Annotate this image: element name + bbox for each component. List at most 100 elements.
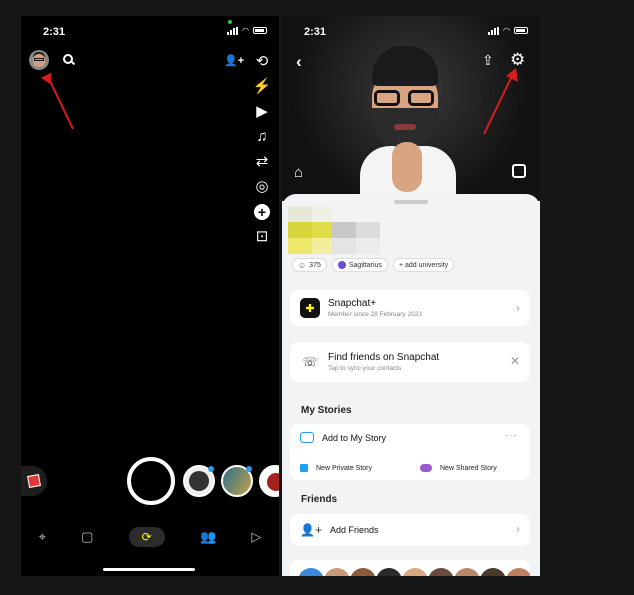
lock-icon [300, 464, 308, 472]
friend-avatar[interactable] [350, 568, 376, 576]
add-friends-card[interactable]: 👤+ Add Friends › [290, 514, 530, 546]
profile-avatar-button[interactable] [29, 50, 49, 70]
find-friends-subtitle: Tap to sync your contacts [328, 365, 402, 372]
map-icon[interactable]: ⌖ [39, 529, 46, 545]
add-to-story-label: Add to My Story [322, 432, 387, 443]
back-icon[interactable]: ‹ [296, 52, 302, 72]
snapchat-plus-subtitle: Member since 28 February 2023 [328, 311, 422, 318]
friend-avatar[interactable] [454, 568, 480, 576]
new-lens-dot [246, 466, 252, 472]
battery-icon [514, 27, 528, 34]
search-icon[interactable] [63, 54, 73, 64]
annotation-arrow [483, 68, 518, 135]
friends-avatar-strip[interactable] [290, 560, 530, 576]
friend-avatar[interactable] [506, 568, 530, 576]
add-friend-icon: 👤+ [300, 523, 322, 537]
scan-icon[interactable]: ⊡ [256, 229, 269, 245]
camera-toolbar: ⟲ ⚡ ▶ ♫ ⇄ ◎ + ⊡ [251, 54, 273, 245]
profile-badges: ☺ 375 Sagittarius + add university [292, 258, 455, 272]
chat-icon[interactable]: ▢ [81, 529, 93, 545]
find-friends-card[interactable]: ☏ Find friends on Snapchat Tap to sync y… [290, 342, 530, 382]
bitmoji-glasses [374, 90, 436, 106]
sheet-grabber[interactable] [394, 200, 428, 204]
bottom-nav: ⌖ ▢ ⟳ 👥 ▷ [21, 526, 279, 548]
dual-camera-icon[interactable]: ⇄ [256, 154, 269, 170]
friend-avatar[interactable] [298, 568, 324, 576]
camera-icon[interactable]: ⟳ [128, 527, 165, 547]
home-indicator [103, 568, 195, 571]
score-badge[interactable]: ☺ 375 [292, 258, 327, 272]
status-icons: ◠ [227, 26, 267, 35]
add-friend-icon[interactable]: 👤+ [224, 54, 244, 67]
new-shared-story-label: New Shared Story [440, 464, 497, 472]
ghost-icon: ☺ [298, 260, 307, 270]
camera-screen: 2:31 ◠ 👤+ ⟲ ⚡ ▶ ♫ ⇄ ◎ + ⊡ ⌖ ▢ ⟳ 👥 ▷ [21, 16, 279, 576]
status-time: 2:31 [304, 26, 327, 38]
memories-icon [27, 474, 41, 488]
find-friends-title: Find friends on Snapchat [328, 352, 440, 363]
screenshot-stage: 2:31 ◠ 👤+ ⟲ ⚡ ▶ ♫ ⇄ ◎ + ⊡ ⌖ ▢ ⟳ 👥 ▷ 2:31… [0, 0, 634, 595]
privacy-indicator [228, 20, 232, 24]
shutter-button[interactable] [127, 457, 175, 505]
bitmoji-avatar[interactable] [354, 46, 464, 201]
zodiac-icon [337, 261, 346, 269]
flash-icon[interactable]: ⚡ [253, 79, 272, 95]
share-icon[interactable]: ⇪ [482, 52, 494, 69]
status-icons: ◠ [488, 26, 528, 35]
new-private-story-label: New Private Story [316, 464, 373, 472]
my-stories-card: Add to My Story ··· New Private Story Ne… [290, 424, 530, 480]
camera-icon [300, 432, 314, 443]
profile-hero: 2:31 ◠ ‹ ⇪ ⚙ ⌂ [282, 16, 540, 201]
new-private-story-button[interactable]: New Private Story [300, 464, 372, 472]
signal-icon [227, 26, 239, 35]
bitmoji-hair [372, 46, 438, 86]
plus-icon[interactable]: + [254, 204, 270, 220]
friend-avatar[interactable] [402, 568, 428, 576]
close-icon[interactable]: ✕ [510, 354, 520, 368]
chevron-right-icon: › [516, 522, 520, 536]
stories-icon[interactable]: ▷ [251, 529, 261, 545]
friend-avatar[interactable] [480, 568, 506, 576]
video-icon[interactable]: ▶ [256, 104, 268, 120]
friends-heading: Friends [301, 494, 338, 505]
people-icon [420, 464, 432, 472]
memories-button[interactable] [21, 466, 47, 496]
friend-avatar[interactable] [324, 568, 350, 576]
bitmoji-hands [392, 142, 422, 192]
wifi-icon: ◠ [242, 26, 249, 35]
friend-avatar[interactable] [376, 568, 402, 576]
my-stories-heading: My Stories [301, 405, 352, 416]
status-time: 2:31 [43, 26, 66, 38]
new-shared-story-button[interactable]: New Shared Story [420, 464, 497, 472]
signal-icon [488, 26, 500, 35]
profile-sheet: ☺ 375 Sagittarius + add university ✚ Sna… [282, 194, 540, 576]
outfit-icon[interactable]: ⌂ [294, 164, 303, 181]
wifi-icon: ◠ [503, 26, 510, 35]
photo-icon[interactable] [512, 164, 526, 178]
snapchat-plus-card[interactable]: ✚ Snapchat+ Member since 28 February 202… [290, 290, 530, 326]
snapchat-plus-title: Snapchat+ [328, 298, 377, 309]
new-lens-dot [208, 466, 214, 472]
add-friends-label: Add Friends [329, 525, 379, 535]
add-to-story-row[interactable]: Add to My Story [300, 432, 386, 443]
profile-screen: 2:31 ◠ ‹ ⇪ ⚙ ⌂ ☺ 375 Sagittarius + add u… [282, 16, 540, 576]
pixelated-name [288, 206, 380, 254]
chevron-right-icon: › [516, 301, 520, 315]
flip-camera-icon[interactable]: ⟲ [256, 54, 269, 70]
bitmoji-mouth [394, 124, 416, 130]
lens-icon[interactable]: ◎ [255, 179, 268, 195]
friend-avatar[interactable] [428, 568, 454, 576]
battery-icon [253, 27, 267, 34]
lens-carousel-item[interactable] [259, 465, 279, 497]
contacts-icon: ☏ [302, 355, 318, 369]
add-university-badge[interactable]: + add university [392, 258, 455, 272]
gear-icon[interactable]: ⚙ [510, 50, 525, 70]
music-icon[interactable]: ♫ [256, 129, 267, 145]
snapchat-plus-icon: ✚ [300, 298, 320, 318]
zodiac-badge[interactable]: Sagittarius [331, 258, 388, 272]
annotation-arrow [41, 72, 74, 130]
more-icon[interactable]: ··· [505, 430, 518, 441]
zodiac-label: Sagittarius [348, 261, 382, 269]
avatar-glasses [34, 58, 44, 61]
friends-icon[interactable]: 👥 [200, 529, 216, 545]
